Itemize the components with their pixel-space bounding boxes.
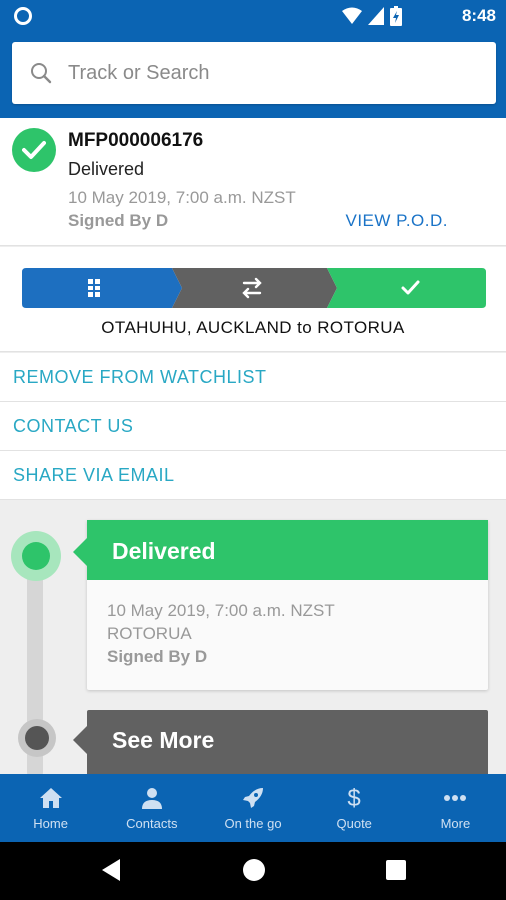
person-icon	[141, 788, 162, 809]
event-signed-by: Signed By D	[107, 647, 208, 666]
notification-ring-icon	[14, 7, 32, 25]
see-more-button[interactable]: See More	[73, 710, 488, 775]
share-email-button[interactable]: SHARE VIA EMAIL	[0, 451, 506, 500]
delivery-datetime: 10 May 2019, 7:00 a.m. NZST	[68, 188, 296, 207]
nav-label: Quote	[336, 816, 372, 831]
clock: 8:48	[461, 6, 496, 25]
signal-icon	[368, 7, 384, 25]
status-icons	[342, 5, 402, 27]
back-icon[interactable]	[100, 858, 122, 882]
battery-icon	[390, 6, 402, 26]
bottom-nav: Home Contacts On the go $ Quote More	[0, 774, 506, 842]
timeline-dot-more	[18, 719, 56, 757]
event-location: ROTORUA	[107, 624, 192, 643]
nav-home[interactable]: Home	[0, 774, 101, 842]
timeline-dot-active	[11, 531, 61, 581]
search-input[interactable]	[68, 56, 478, 90]
progress-stage-pickup	[22, 268, 182, 308]
nav-contacts[interactable]: Contacts	[101, 774, 202, 842]
nav-label: On the go	[224, 816, 282, 831]
card-pointer	[73, 538, 87, 566]
tracking-number: MFP000006176	[68, 130, 204, 151]
home-circle-icon[interactable]	[242, 858, 266, 882]
nav-on-the-go[interactable]: On the go	[202, 774, 303, 842]
event-title: Delivered	[87, 520, 488, 580]
nav-more[interactable]: More	[405, 774, 506, 842]
event-datetime: 10 May 2019, 7:00 a.m. NZST	[107, 601, 335, 620]
wifi-icon	[342, 7, 362, 24]
status-bar: 8:48	[0, 0, 506, 32]
card-pointer	[73, 726, 87, 754]
remove-watchlist-button[interactable]: REMOVE FROM WATCHLIST	[0, 353, 506, 402]
progress-section: OTAHUHU, AUCKLAND to ROTORUA	[0, 247, 506, 352]
route-label: OTAHUHU, AUCKLAND to ROTORUA	[101, 318, 405, 337]
nav-quote[interactable]: $ Quote	[304, 774, 405, 842]
home-icon	[39, 788, 62, 808]
more-dots-icon	[444, 795, 467, 801]
signed-by: Signed By D	[68, 211, 169, 230]
search-box[interactable]	[12, 42, 496, 104]
nav-label: Contacts	[126, 816, 178, 831]
search-header	[0, 32, 506, 118]
parcel-status: Delivered	[68, 159, 145, 179]
system-nav-bar	[0, 842, 506, 900]
nav-label: More	[440, 816, 471, 831]
progress-stage-transit	[172, 268, 337, 308]
dollar-icon: $	[348, 785, 361, 811]
progress-bar	[22, 268, 486, 308]
nav-label: Home	[33, 816, 68, 831]
delivered-check-icon	[12, 128, 56, 172]
parcel-summary: MFP000006176 Delivered 10 May 2019, 7:00…	[0, 118, 506, 246]
rocket-icon	[243, 788, 263, 808]
see-more-label: See More	[112, 727, 215, 753]
svg-text:$: $	[348, 785, 361, 811]
view-pod-link[interactable]: VIEW P.O.D.	[346, 211, 449, 231]
search-icon	[31, 63, 52, 84]
recents-icon[interactable]	[386, 860, 406, 880]
timeline: Delivered 10 May 2019, 7:00 a.m. NZST RO…	[0, 500, 506, 775]
timeline-event-card: Delivered 10 May 2019, 7:00 a.m. NZST RO…	[73, 520, 488, 690]
contact-us-button[interactable]: CONTACT US	[0, 402, 506, 451]
progress-stage-delivered	[327, 268, 486, 308]
